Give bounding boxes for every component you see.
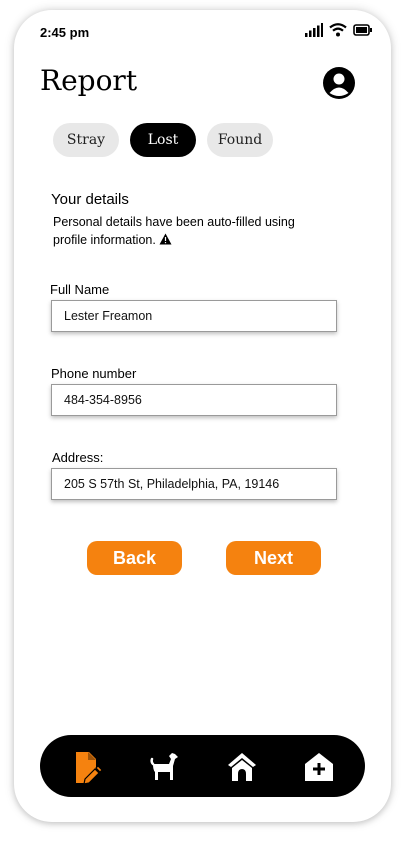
- user-circle-icon[interactable]: [322, 66, 356, 100]
- wifi-icon: [329, 23, 347, 37]
- full-name-field[interactable]: [51, 300, 337, 332]
- battery-icon: [353, 24, 372, 36]
- phone-label: Phone number: [51, 366, 137, 381]
- section-title: Your details: [51, 191, 129, 208]
- address-field[interactable]: [51, 468, 337, 500]
- status-icons: [305, 23, 373, 37]
- warning-icon: [159, 233, 172, 245]
- tab-lost[interactable]: Lost: [130, 123, 196, 157]
- shelter-home-icon[interactable]: [225, 750, 259, 784]
- bottom-nav: [40, 735, 365, 797]
- description-text: Personal details have been auto-filled u…: [53, 215, 295, 247]
- phone-frame: 2:45 pm Report Stray Lost Found Your det…: [14, 10, 391, 822]
- dog-icon[interactable]: [147, 750, 181, 784]
- tab-stray[interactable]: Stray: [53, 123, 119, 157]
- phone-field[interactable]: [51, 384, 337, 416]
- status-time: 2:45 pm: [40, 25, 90, 40]
- back-button[interactable]: Back: [87, 541, 182, 575]
- full-name-label: Full Name: [50, 282, 110, 297]
- report-type-tabs: Stray Lost Found: [53, 123, 353, 159]
- report-edit-icon[interactable]: [72, 750, 106, 784]
- tab-found[interactable]: Found: [207, 123, 273, 157]
- next-button[interactable]: Next: [226, 541, 321, 575]
- address-label: Address:: [52, 450, 104, 465]
- section-description: Personal details have been auto-filled u…: [53, 213, 313, 249]
- signal-icon: [305, 23, 323, 37]
- add-home-icon[interactable]: [302, 750, 336, 784]
- page-title: Report: [40, 64, 138, 97]
